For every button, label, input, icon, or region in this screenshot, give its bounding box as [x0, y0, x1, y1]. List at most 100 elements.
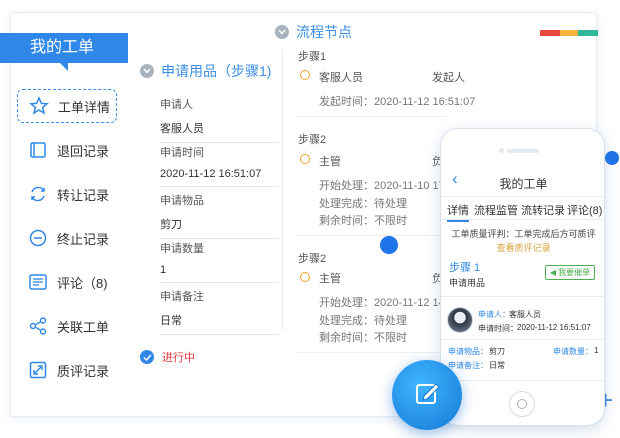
- sidebar-item-label: 退回记录: [57, 143, 110, 159]
- phone-header-divider: [441, 196, 604, 197]
- sidebar-item-label: 质评记录: [57, 363, 110, 379]
- sidebar-item-label: 转让记录: [57, 187, 110, 203]
- column-divider: [282, 50, 283, 330]
- sidebar-item-transfer[interactable]: 转让记录: [17, 177, 117, 211]
- status-indicator: 进行中: [140, 349, 195, 365]
- minus-circle-icon: [27, 227, 49, 249]
- urge-button-label: 我要催单: [558, 268, 591, 277]
- divider: [296, 235, 446, 236]
- time-value: 2020-11-12 16:51:07: [517, 323, 591, 332]
- field-label: 申请备注: [160, 291, 204, 303]
- sidebar-item-details[interactable]: 工单详情: [17, 89, 117, 123]
- field-quantity: 申请数量 1: [160, 240, 278, 283]
- flow-section-title: 流程节点: [296, 24, 352, 40]
- expand-icon: [27, 359, 49, 381]
- field-label: 申请时间: [160, 147, 204, 159]
- share-icon: [27, 315, 49, 337]
- sidebar-item-related[interactable]: 关联工单: [17, 309, 117, 343]
- step-detail: 发起时间：2020-11-12 16:51:07: [319, 96, 476, 108]
- step-detail: 处理完成：待处理: [319, 315, 407, 327]
- divider: [160, 142, 278, 143]
- star-icon: [28, 95, 50, 117]
- note-value: 日常: [489, 361, 505, 370]
- divider: [296, 352, 446, 353]
- phone-step-title: 步骤 1: [449, 262, 481, 274]
- stripe-yellow: [560, 30, 578, 36]
- field-value: 2020-11-12 16:51:07: [160, 168, 262, 180]
- decor-dot: [380, 236, 398, 254]
- tab-flow-record[interactable]: 流转记录: [521, 202, 565, 218]
- time-label: 申请时间：: [478, 324, 518, 333]
- request-section-title: 申请用品（步骤1): [161, 63, 272, 79]
- stripe-green: [578, 30, 598, 36]
- clock-icon: [300, 272, 310, 282]
- refresh-icon: [27, 183, 49, 205]
- sidebar-item-quality[interactable]: 质评记录: [17, 353, 117, 387]
- book-icon: [27, 139, 49, 161]
- step-detail: 处理完成：待处理: [319, 198, 407, 210]
- home-dot: [517, 399, 527, 409]
- applicant-value: 客服人员: [509, 310, 541, 319]
- phone-step-sub: 申请用品: [449, 278, 486, 288]
- quality-notice: 工单质量评判：工单完成后方可质评: [451, 229, 596, 239]
- field-note: 申请备注 日常: [160, 288, 278, 335]
- sidebar-item-label: 工单详情: [58, 99, 111, 115]
- chevron-down-icon: [140, 64, 154, 78]
- step-detail: 剩余时间：不限时: [319, 215, 407, 227]
- screen: 我的工单 工单详情 退回记录 转让记录 终止记录 评论（8) 关联工单 质评记录…: [0, 0, 620, 438]
- note-label: 申请备注：: [448, 361, 488, 370]
- step-detail: 剩余时间：不限时: [319, 332, 407, 344]
- section-divider: [441, 339, 604, 340]
- tabs-divider: [441, 219, 604, 220]
- phone-mockup: ‹ 我的工单 详情 流程监管 流转记录 评论(8) 工单质量评判：工单完成后方可…: [440, 128, 605, 426]
- edit-fab-button[interactable]: [392, 360, 462, 430]
- home-button[interactable]: [509, 391, 535, 417]
- phone-speaker: [507, 149, 539, 153]
- stripe-red: [540, 30, 560, 36]
- quality-record-link[interactable]: 查看质评记录: [441, 241, 604, 254]
- page-title: 我的工单: [0, 33, 128, 71]
- field-apply-time: 申请时间 2020-11-12 16:51:07: [160, 144, 278, 187]
- step-title: 步骤2: [298, 134, 327, 146]
- sidebar-item-label: 终止记录: [57, 231, 110, 247]
- urge-button[interactable]: ◀ 我要催单: [545, 265, 595, 280]
- section-divider: [441, 296, 604, 297]
- sidebar-item-label: 关联工单: [57, 319, 110, 335]
- field-applicant: 申请人 客服人员: [160, 96, 278, 143]
- megaphone-icon: ◀: [549, 268, 557, 277]
- flow-section-toggle[interactable]: 流程节点: [275, 22, 352, 42]
- phone-title: 我的工单: [499, 177, 548, 191]
- tab-flow-monitor[interactable]: 流程监管: [474, 202, 518, 218]
- step-title: 步骤1: [298, 51, 327, 63]
- step-title: 步骤2: [298, 253, 327, 265]
- divider: [160, 282, 278, 283]
- step-role: 主管: [319, 273, 341, 285]
- item-label: 申请物品：: [448, 347, 488, 356]
- tab-comments[interactable]: 评论(8): [567, 202, 602, 218]
- field-value: 1: [160, 264, 167, 276]
- check-circle-icon: [140, 350, 154, 364]
- sidebar-item-terminate[interactable]: 终止记录: [17, 221, 117, 255]
- field-item: 申请物品 剪刀: [160, 192, 278, 239]
- sidebar-item-return[interactable]: 退回记录: [17, 133, 117, 167]
- step-role: 主管: [319, 156, 341, 168]
- phone-camera: [499, 148, 504, 153]
- field-label: 申请物品: [160, 195, 204, 207]
- comment-list-icon: [27, 271, 49, 293]
- field-label: 申请数量: [160, 243, 204, 255]
- sidebar-item-comments[interactable]: 评论（8): [17, 265, 117, 299]
- section-divider: [441, 380, 604, 381]
- step-detail: 开始处理：2020-11-10 17:0: [319, 180, 454, 192]
- chevron-down-icon: [275, 25, 289, 39]
- request-section-toggle[interactable]: 申请用品（步骤1): [140, 61, 271, 81]
- divider: [296, 116, 446, 117]
- step-action: 发起人: [432, 72, 465, 84]
- status-text: 进行中: [162, 352, 195, 364]
- item-value: 剪刀: [489, 347, 505, 356]
- sidebar-item-label: 评论（8): [57, 275, 108, 291]
- field-label: 申请人: [160, 99, 193, 111]
- step-role: 客服人员: [319, 72, 363, 84]
- edit-icon: [412, 378, 442, 413]
- field-value: 剪刀: [160, 219, 182, 231]
- clock-icon: [300, 154, 310, 164]
